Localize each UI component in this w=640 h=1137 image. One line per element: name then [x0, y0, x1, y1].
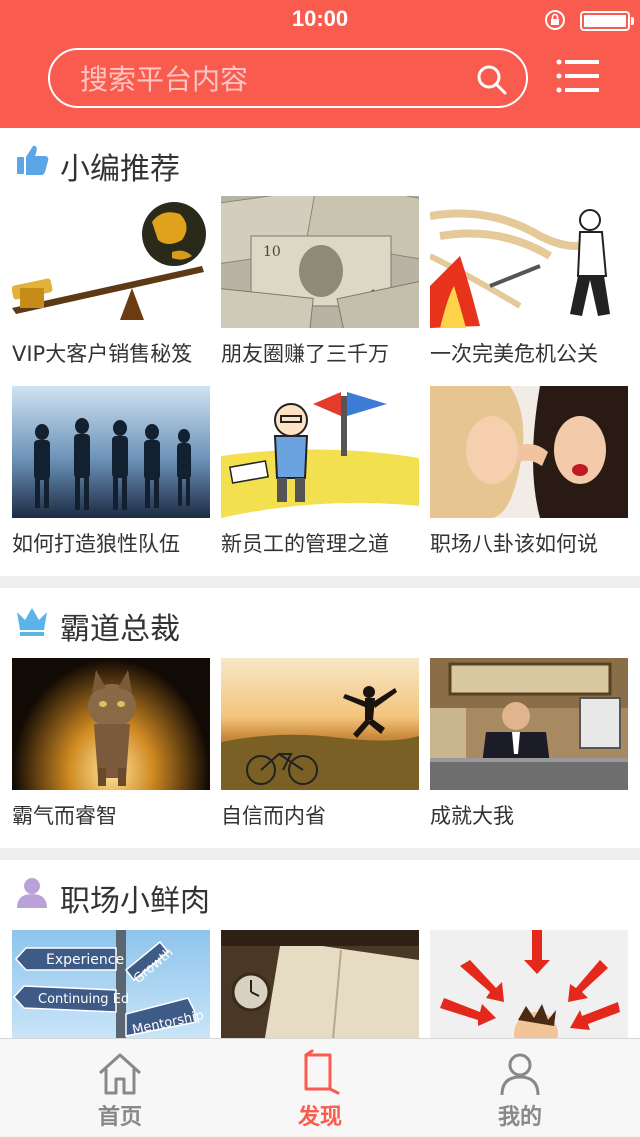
tab-label: 首页 — [97, 1105, 142, 1130]
bottom-tab-bar: 首页 发现 我的 — [0, 1038, 640, 1136]
content-card[interactable] — [221, 930, 419, 1038]
section-editor-picks: 小编推荐 VIP大客户销售秘笈 10 10 — [0, 128, 640, 576]
search-icon[interactable] — [476, 64, 508, 96]
business-team-silhouette-image — [12, 386, 210, 518]
svg-text:10: 10 — [263, 244, 281, 260]
signpost-image: Experience Growth Continuing Ed Mentorsh… — [12, 930, 210, 1038]
section-domineering-ceo: 霸道总裁 霸气而睿智 自信而内省 成就大我 — [0, 588, 640, 848]
content-card[interactable] — [430, 930, 628, 1038]
card-caption: 职场八卦该如何说 — [430, 532, 598, 556]
content-card[interactable]: Experience Growth Continuing Ed Mentorsh… — [12, 930, 210, 1038]
tab-label: 我的 — [497, 1105, 542, 1130]
tab-home[interactable]: 首页 — [20, 1039, 220, 1137]
search-input[interactable] — [78, 60, 458, 98]
card-caption: 新员工的管理之道 — [221, 532, 389, 556]
discover-icon — [304, 1049, 340, 1095]
sign-text: Continuing Ed — [38, 992, 129, 1007]
card-caption: 朋友圈赚了三千万 — [221, 342, 389, 366]
content-card[interactable]: 10 10 朋友圈赚了三千万 — [221, 196, 419, 368]
cat-walking-image — [12, 658, 210, 790]
tab-mine[interactable]: 我的 — [420, 1039, 620, 1137]
card-caption: 自信而内省 — [221, 804, 326, 828]
seesaw-globe-image — [12, 196, 210, 328]
card-caption: 成就大我 — [430, 804, 514, 828]
content-card[interactable]: 霸气而睿智 — [12, 658, 210, 830]
women-whispering-image — [430, 386, 628, 518]
section-title: 小编推荐 — [60, 152, 180, 187]
user-icon — [500, 1053, 540, 1096]
new-employee-crossroad-image — [221, 386, 419, 518]
dollar-bills-image: 10 10 — [221, 196, 419, 328]
thumbs-up-icon — [17, 145, 49, 175]
search-box[interactable] — [48, 48, 528, 108]
tab-label: 发现 — [297, 1105, 342, 1130]
content-card[interactable]: VIP大客户销售秘笈 — [12, 196, 210, 368]
content-card[interactable]: 自信而内省 — [221, 658, 419, 830]
content-card[interactable]: 如何打造狼性队伍 — [12, 386, 210, 558]
rotation-lock-icon — [545, 10, 565, 30]
firefighter-cartoon-image — [430, 196, 628, 328]
section-title: 霸道总裁 — [60, 612, 180, 647]
card-caption: 如何打造狼性队伍 — [12, 532, 180, 556]
jumping-man-sunset-image — [221, 658, 419, 790]
arrows-stressed-man-image — [430, 930, 628, 1038]
section-title: 职场小鲜肉 — [60, 884, 210, 919]
executive-desk-image — [430, 658, 628, 790]
app-header: 10:00 — [0, 0, 640, 128]
card-caption: 霸气而睿智 — [12, 804, 117, 828]
tab-discover[interactable]: 发现 — [220, 1039, 420, 1137]
content-card[interactable]: 职场八卦该如何说 — [430, 386, 628, 558]
home-icon — [98, 1053, 142, 1095]
content-card[interactable]: 成就大我 — [430, 658, 628, 830]
person-icon — [17, 878, 47, 908]
sign-text: Experience — [46, 952, 124, 968]
content-card[interactable]: 一次完美危机公关 — [430, 196, 628, 368]
section-workplace-newcomers: 职场小鲜肉 Experience Growth Continuing Ed Me… — [0, 860, 640, 1038]
crown-icon — [17, 608, 47, 636]
notebook-watch-image — [221, 930, 419, 1038]
content-card[interactable]: 新员工的管理之道 — [221, 386, 419, 558]
card-caption: 一次完美危机公关 — [430, 342, 598, 366]
battery-icon — [580, 11, 634, 31]
menu-icon[interactable] — [556, 58, 600, 94]
card-caption: VIP大客户销售秘笈 — [12, 342, 193, 366]
